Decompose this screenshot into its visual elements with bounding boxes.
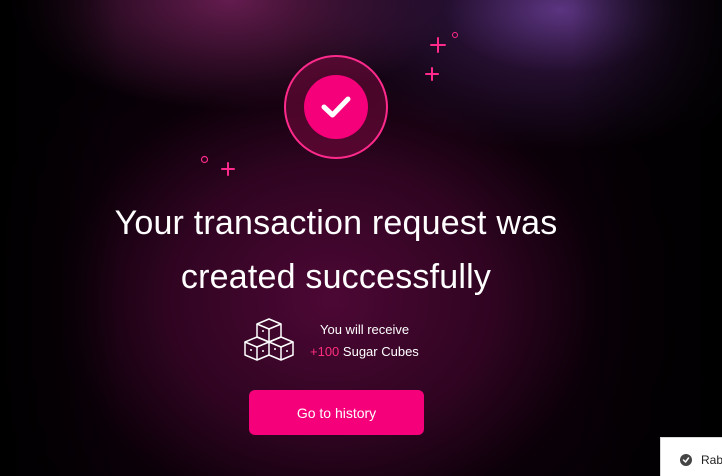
background-vignette-right: [572, 0, 722, 476]
reward-amount: +100: [310, 344, 340, 359]
success-screen: Your transaction request was created suc…: [0, 0, 722, 476]
sparkle-dot-icon: [452, 32, 458, 38]
sparkle-dot-icon: [200, 155, 209, 164]
reward-value: +100 Sugar Cubes: [310, 344, 419, 359]
extension-popup[interactable]: Rab: [660, 437, 722, 476]
reward-unit: Sugar Cubes: [342, 344, 419, 359]
sparkle-icon: [221, 162, 235, 176]
checkmark-icon: [321, 96, 351, 118]
sugar-cubes-icon: [244, 318, 294, 361]
go-to-history-button[interactable]: Go to history: [249, 390, 424, 435]
extension-label: Rab: [701, 452, 722, 467]
sparkle-icon: [425, 67, 439, 81]
success-badge: [304, 75, 368, 139]
success-title: Your transaction request was created suc…: [114, 204, 558, 296]
extension-icon: [680, 453, 692, 466]
reward-caption: You will receive: [320, 322, 410, 337]
sparkle-icon: [430, 37, 446, 53]
